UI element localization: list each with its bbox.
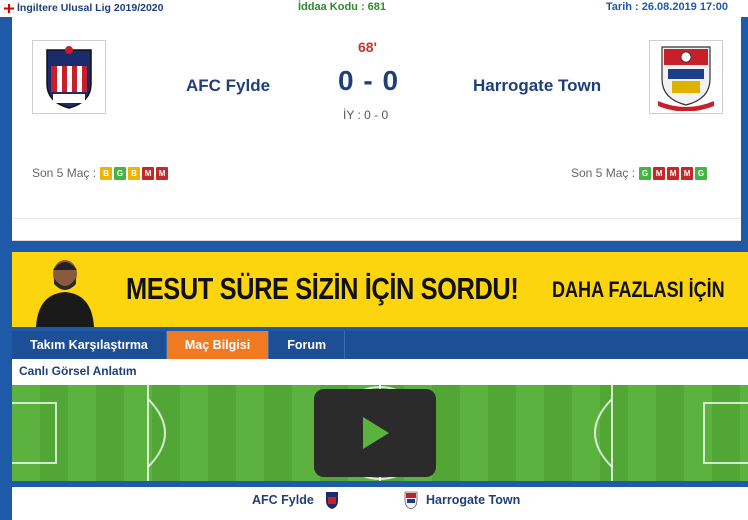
lineup-home-team[interactable]: AFC Fylde: [252, 493, 314, 507]
presenter-photo-icon: [36, 260, 94, 327]
betting-code: İddaa Kodu : 681: [298, 1, 387, 13]
league-link[interactable]: İngiltere Ulusal Lig 2019/2020: [17, 2, 163, 14]
lineup-strip: AFC Fylde Harrogate Town: [12, 487, 748, 520]
match-card: AFC Fylde 68' 0 - 0 İY : 0 - 0 Harrogate…: [12, 17, 741, 241]
england-flag-icon: [4, 4, 14, 13]
away-form-label: Son 5 Maç :: [571, 166, 636, 180]
away-form-chip: M: [681, 166, 694, 180]
play-icon: [363, 417, 389, 449]
live-visual-section: Canlı Görsel Anlatım: [12, 359, 748, 481]
away-form: Son 5 Maç : GMMMG: [571, 166, 709, 180]
away-form-chip: G: [639, 166, 652, 180]
home-team-name[interactable]: AFC Fylde: [186, 76, 270, 96]
away-team-name[interactable]: Harrogate Town: [473, 76, 601, 96]
home-form-chip: G: [114, 166, 127, 180]
afc-fylde-crest-icon: [46, 46, 92, 109]
home-form: Son 5 Maç : BGBMM: [32, 166, 170, 180]
play-video-button[interactable]: [314, 389, 436, 477]
away-form-chip: G: [695, 166, 708, 180]
match-tabs: Takım Karşılaştırma Maç Bilgisi Forum: [12, 331, 748, 359]
home-form-label: Son 5 Maç :: [32, 166, 97, 180]
home-form-chip: M: [142, 166, 155, 180]
half-time-score: İY : 0 - 0: [343, 108, 389, 122]
home-mini-crest-icon: [326, 492, 338, 509]
home-form-chips: BGBMM: [100, 166, 170, 180]
away-crest[interactable]: [649, 40, 723, 114]
away-form-chip: M: [667, 166, 680, 180]
home-crest[interactable]: [32, 40, 106, 114]
promo-banner[interactable]: MESUT SÜRE SİZİN İÇİN SORDU! DAHA FAZLAS…: [12, 252, 748, 327]
match-score: 0 - 0: [338, 65, 400, 96]
banner-headline: MESUT SÜRE SİZİN İÇİN SORDU!: [126, 271, 519, 306]
tab-0[interactable]: Takım Karşılaştırma: [12, 331, 167, 359]
away-form-chip: M: [653, 166, 666, 180]
home-form-chip: M: [156, 166, 169, 180]
live-visual-title: Canlı Görsel Anlatım: [19, 364, 137, 378]
match-date: Tarih : 26.08.2019 17:00: [605, 1, 728, 13]
tab-2[interactable]: Forum: [269, 331, 346, 359]
lineup-away-team[interactable]: Harrogate Town: [426, 493, 520, 507]
match-minute: 68': [358, 39, 377, 55]
away-mini-crest-icon: [404, 491, 418, 510]
away-form-chips: GMMMG: [639, 166, 709, 180]
harrogate-town-crest-icon: [658, 46, 714, 111]
home-form-chip: B: [100, 166, 113, 180]
match-info-bar: İngiltere Ulusal Lig 2019/2020 İddaa Kod…: [0, 0, 748, 17]
card-divider: [12, 218, 741, 219]
tab-1[interactable]: Maç Bilgisi: [166, 331, 270, 359]
home-form-chip: B: [128, 166, 141, 180]
banner-more-link[interactable]: DAHA FAZLASI İÇİN: [552, 277, 725, 303]
pitch: [12, 385, 748, 481]
page: İngiltere Ulusal Lig 2019/2020 İddaa Kod…: [0, 0, 748, 520]
